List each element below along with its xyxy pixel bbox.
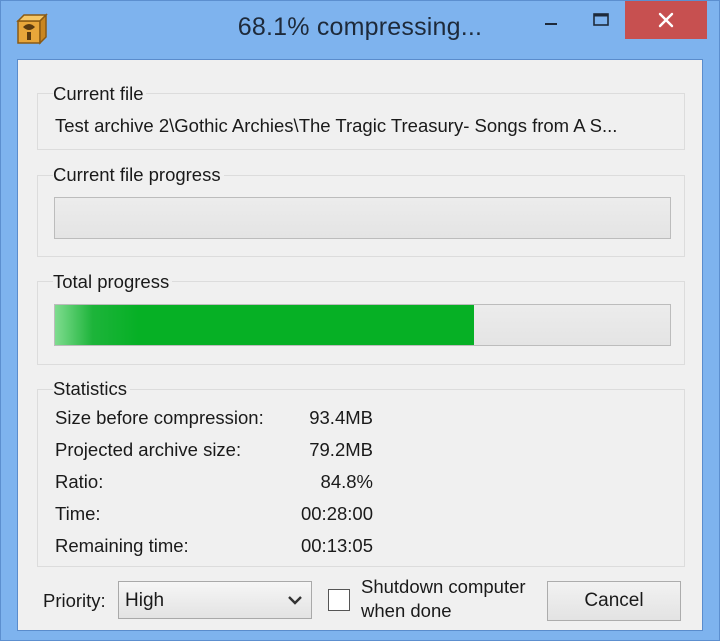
priority-label: Priority: [43, 590, 106, 611]
title-bar[interactable]: 68.1% compressing... [1, 1, 719, 57]
stat-value-remaining-time: 00:13:05 [300, 535, 373, 556]
compression-progress-window: 68.1% compressing... Current file Test a… [0, 0, 720, 641]
priority-select[interactable]: High [118, 581, 312, 619]
stat-label-size-before: Size before compression: [55, 407, 264, 428]
priority-selected-value: High [125, 590, 165, 611]
total-progress-bar [54, 304, 671, 346]
stat-label-projected-size: Projected archive size: [55, 439, 242, 460]
current-file-progress-bar [54, 197, 671, 239]
close-icon [658, 12, 674, 28]
shutdown-label-line2: when done [361, 600, 452, 621]
total-progress-fill [55, 305, 474, 345]
chevron-down-icon [288, 596, 302, 605]
stat-value-size-before: 93.4MB [309, 407, 373, 428]
current-file-label: Current file [53, 83, 147, 105]
minimize-icon [545, 23, 557, 25]
stat-value-ratio: 84.8% [320, 471, 373, 492]
stat-label-remaining-time: Remaining time: [55, 535, 189, 556]
cancel-button[interactable]: Cancel [547, 581, 681, 621]
maximize-button[interactable] [578, 1, 624, 39]
close-button[interactable] [625, 1, 707, 39]
stat-label-time: Time: [55, 503, 101, 524]
minimize-button[interactable] [528, 1, 574, 39]
stat-value-time: 00:28:00 [300, 503, 373, 524]
shutdown-label-line1: Shutdown computer [361, 576, 526, 597]
current-file-progress-label: Current file progress [53, 164, 224, 186]
shutdown-checkbox[interactable] [328, 589, 350, 611]
stat-label-ratio: Ratio: [55, 471, 104, 492]
statistics-label: Statistics [53, 378, 131, 400]
stat-value-projected-size: 79.2MB [309, 439, 373, 460]
total-progress-label: Total progress [53, 271, 173, 293]
maximize-icon [593, 13, 609, 26]
current-file-path: Test archive 2\Gothic Archies\The Tragic… [55, 115, 618, 136]
